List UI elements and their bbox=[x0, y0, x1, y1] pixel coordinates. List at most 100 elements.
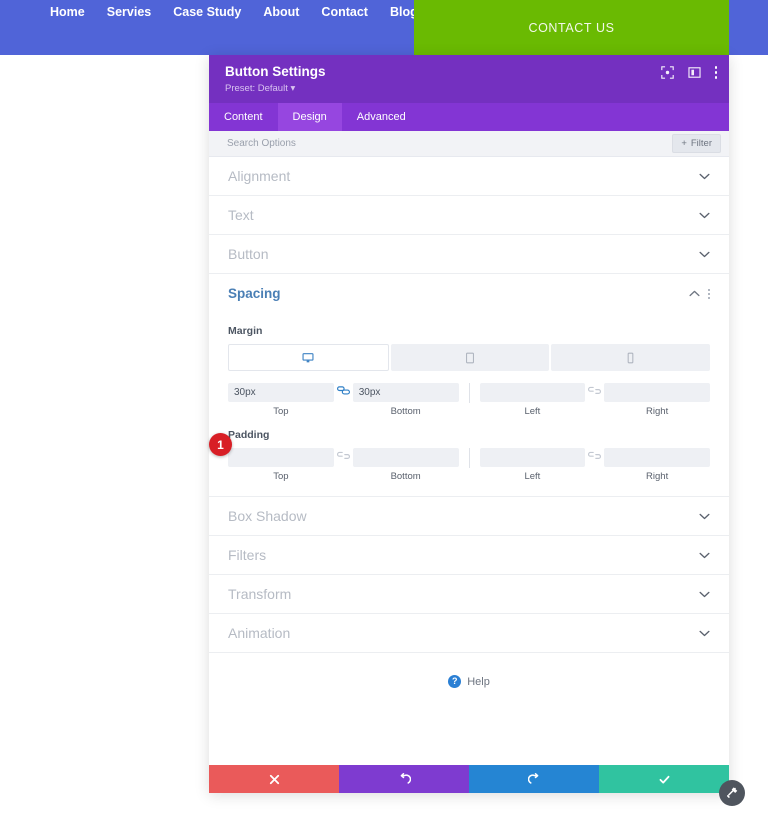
close-icon bbox=[269, 774, 279, 784]
padding-right-input[interactable] bbox=[604, 448, 710, 467]
section-transform-actions bbox=[699, 591, 710, 598]
unlink-icon bbox=[336, 451, 350, 459]
margin-device-tabs bbox=[228, 344, 711, 371]
section-box-shadow[interactable]: Box Shadow bbox=[209, 497, 729, 536]
filter-button[interactable]: + Filter bbox=[672, 134, 721, 153]
resize-handle[interactable] bbox=[719, 780, 745, 806]
section-spacing-actions bbox=[689, 288, 710, 299]
redo-icon bbox=[527, 772, 538, 784]
settings-list: Alignment Text Button Spacing Margin 30p… bbox=[209, 157, 729, 765]
step-badge-1: 1 bbox=[209, 433, 232, 456]
section-alignment-label: Alignment bbox=[228, 168, 291, 184]
tablet-icon bbox=[466, 352, 474, 363]
margin-left-right-group: Left Right bbox=[479, 383, 710, 417]
section-spacing[interactable]: Spacing bbox=[209, 274, 729, 313]
tab-design[interactable]: Design bbox=[277, 103, 342, 131]
padding-fields: Top Bottom Left Right bbox=[228, 448, 710, 482]
margin-top-input[interactable] bbox=[228, 383, 334, 402]
chevron-down-icon[interactable] bbox=[699, 552, 710, 559]
margin-label: Margin bbox=[228, 325, 263, 337]
contact-us-label: CONTACT US bbox=[528, 20, 615, 35]
chevron-down-icon[interactable] bbox=[699, 212, 710, 219]
spacing-options-kebab-icon[interactable] bbox=[708, 288, 710, 299]
padding-left-right-group: Left Right bbox=[479, 448, 710, 482]
margin-left-right-link-icon[interactable] bbox=[585, 383, 604, 395]
section-button[interactable]: Button bbox=[209, 235, 729, 274]
tab-advanced[interactable]: Advanced bbox=[342, 103, 421, 131]
chevron-down-icon[interactable] bbox=[699, 630, 710, 637]
section-filters[interactable]: Filters bbox=[209, 536, 729, 575]
preset-selector[interactable]: Preset: Default ▾ bbox=[225, 83, 713, 95]
undo-button[interactable] bbox=[339, 765, 469, 793]
section-spacing-label: Spacing bbox=[228, 286, 281, 301]
section-transform[interactable]: Transform bbox=[209, 575, 729, 614]
margin-top-bottom-link-icon[interactable] bbox=[334, 383, 353, 395]
nav-item-about[interactable]: About bbox=[263, 5, 299, 19]
padding-bottom-caption: Bottom bbox=[390, 471, 421, 482]
section-text-label: Text bbox=[228, 207, 254, 223]
device-tab-phone[interactable] bbox=[551, 344, 711, 371]
redo-button[interactable] bbox=[469, 765, 599, 793]
help-link[interactable]: Help bbox=[467, 676, 490, 688]
margin-bottom-input[interactable] bbox=[352, 383, 459, 402]
chevron-down-icon[interactable] bbox=[699, 513, 710, 520]
nav-item-home[interactable]: Home bbox=[50, 5, 85, 19]
resize-icon bbox=[727, 787, 738, 798]
margin-right-input[interactable] bbox=[604, 383, 710, 402]
device-tab-desktop[interactable] bbox=[228, 344, 389, 371]
device-tab-tablet[interactable] bbox=[390, 344, 550, 371]
modal-footer bbox=[209, 765, 745, 806]
cancel-button[interactable] bbox=[209, 765, 339, 793]
nav-item-case-study[interactable]: Case Study bbox=[173, 5, 241, 19]
margin-bottom-wrap: Bottom bbox=[352, 383, 459, 417]
chevron-down-icon[interactable] bbox=[699, 173, 710, 180]
save-button[interactable] bbox=[599, 765, 729, 793]
padding-right-wrap: Right bbox=[604, 448, 710, 482]
unlink-icon bbox=[588, 451, 602, 459]
section-button-actions bbox=[699, 251, 710, 258]
margin-right-caption: Right bbox=[646, 406, 669, 417]
margin-fields: Top Bottom bbox=[228, 383, 710, 417]
section-animation[interactable]: Animation bbox=[209, 614, 729, 653]
contact-us-button[interactable]: CONTACT US bbox=[414, 0, 729, 55]
padding-right-caption: Right bbox=[646, 471, 669, 482]
chevron-up-icon[interactable] bbox=[689, 290, 700, 297]
help-icon[interactable]: ? bbox=[448, 675, 462, 688]
padding-top-bottom-link-icon[interactable] bbox=[334, 448, 353, 460]
padding-divider bbox=[468, 448, 470, 468]
chevron-down-icon[interactable] bbox=[699, 591, 710, 598]
padding-top-wrap: Top bbox=[228, 448, 334, 482]
layout-panel-icon[interactable] bbox=[688, 66, 701, 79]
padding-top-bottom-group: Top Bottom bbox=[228, 448, 459, 482]
padding-top-input[interactable] bbox=[228, 448, 334, 467]
margin-left-wrap: Left bbox=[479, 383, 586, 417]
padding-bottom-input[interactable] bbox=[352, 448, 459, 467]
plus-icon: + bbox=[681, 138, 687, 149]
margin-bottom-caption: Bottom bbox=[390, 406, 421, 417]
padding-top-caption: Top bbox=[273, 471, 289, 482]
margin-left-input[interactable] bbox=[479, 383, 586, 402]
screenshot-root: Home Servies Case Study About Contact Bl… bbox=[0, 0, 768, 823]
nav-item-contact[interactable]: Contact bbox=[321, 5, 368, 19]
section-text[interactable]: Text bbox=[209, 196, 729, 235]
section-box-shadow-actions bbox=[699, 513, 710, 520]
chevron-down-icon[interactable] bbox=[699, 251, 710, 258]
tab-content[interactable]: Content bbox=[209, 103, 278, 131]
nav-item-servies[interactable]: Servies bbox=[107, 5, 151, 19]
padding-left-caption: Left bbox=[524, 471, 541, 482]
section-alignment[interactable]: Alignment bbox=[209, 157, 729, 196]
kebab-menu-icon[interactable] bbox=[714, 66, 717, 79]
expand-icon[interactable] bbox=[660, 66, 674, 79]
section-alignment-actions bbox=[699, 173, 710, 180]
padding-left-wrap: Left bbox=[479, 448, 586, 482]
section-filters-actions bbox=[699, 552, 710, 559]
margin-right-wrap: Right bbox=[604, 383, 710, 417]
phone-icon bbox=[627, 352, 634, 363]
page-title: Button Settings bbox=[225, 64, 326, 79]
padding-left-input[interactable] bbox=[479, 448, 586, 467]
padding-left-right-link-icon[interactable] bbox=[585, 448, 604, 460]
padding-bottom-wrap: Bottom bbox=[352, 448, 459, 482]
section-filters-label: Filters bbox=[228, 547, 267, 563]
search-input[interactable] bbox=[227, 138, 673, 149]
section-button-label: Button bbox=[228, 246, 269, 262]
